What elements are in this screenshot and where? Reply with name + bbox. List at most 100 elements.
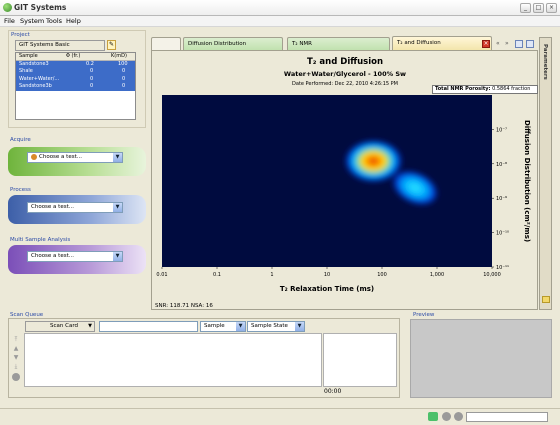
x-tick-label: 10	[324, 272, 330, 278]
move-bottom-icon[interactable]: ⤓	[12, 362, 20, 371]
heatmap-plot-area	[162, 95, 492, 267]
table-row[interactable]: Water+Water/... 0 0	[16, 75, 135, 83]
chevron-down-icon[interactable]: ▼	[236, 322, 245, 331]
column-header-phi[interactable]: Φ (fr.)	[66, 53, 80, 61]
edit-project-icon[interactable]: ✎	[107, 40, 116, 50]
project-section-title: Project	[11, 32, 30, 38]
cell-k: 0	[122, 75, 126, 82]
menu-tools[interactable]: Tools	[46, 17, 62, 25]
project-table: Sample Φ (fr.) K(mD) Sandstone3 0.2 100 …	[15, 52, 136, 120]
queue-timer: 00:00	[324, 388, 342, 395]
tab-t2-nmr[interactable]: T₂ NMR	[287, 37, 390, 51]
y-tick-label: 10⁻⁷	[496, 127, 507, 133]
chart-subtitle: Water+Water/Glycerol - 100% Sw	[284, 70, 406, 78]
tab-diffusion-distribution[interactable]: Diffusion Distribution	[183, 37, 283, 51]
tab-t2-and-diffusion[interactable]: T₂ and Diffusion	[392, 36, 492, 51]
x-tick-label: 0.1	[213, 272, 221, 278]
acquire-section-title: Acquire	[10, 137, 31, 143]
cell-k: 0	[122, 83, 126, 89]
x-tick-label: 100	[377, 272, 387, 278]
cell-sample: Sandstone3	[19, 60, 49, 67]
snr-readout: SNR: 118.71 NSA: 16	[155, 303, 213, 309]
status-bar	[0, 408, 560, 425]
table-header: Sample Φ (fr.) K(mD)	[16, 53, 135, 61]
scan-card-select[interactable]: Scan Card ▼	[25, 321, 95, 332]
tile-view-icon[interactable]	[515, 40, 523, 48]
status-ok-icon	[428, 412, 438, 421]
y-tick-label: 10⁻¹⁰	[496, 231, 509, 237]
scan-card-value: Scan Card	[50, 323, 78, 329]
stop-icon[interactable]	[12, 373, 20, 381]
chevron-down-icon[interactable]: ▼	[113, 252, 122, 261]
acquire-icon	[31, 153, 37, 160]
acquire-test-select[interactable]: Choose a test... ▼	[27, 152, 123, 163]
cell-phi: 0	[90, 68, 94, 74]
folder-icon[interactable]	[542, 296, 550, 303]
chevron-down-icon[interactable]: ▼	[88, 322, 92, 331]
table-row[interactable]: Sandstone3b 0 0	[16, 83, 135, 91]
x-axis-label: T₂ Relaxation Time (ms)	[280, 285, 374, 293]
chart-date: Date Performed: Dec 22, 2010 4:26:15 PM	[292, 81, 398, 87]
table-row[interactable]: Shale 0 0	[16, 68, 135, 76]
multi-test-select[interactable]: Choose a test... ▼	[27, 251, 123, 262]
close-button[interactable]: ×	[546, 3, 557, 13]
title-bar: GIT Systems _ □ ×	[0, 0, 560, 16]
chart-area: T₂ and Diffusion Water+Water/Glycerol - …	[151, 50, 538, 310]
cell-k: 100	[118, 60, 128, 67]
cell-k: 0	[122, 68, 126, 74]
queue-move-controls: ⤒ ▲ ▼ ⤓	[12, 335, 20, 378]
project-name-field[interactable]: GIT Systems Basic	[15, 40, 105, 51]
chevron-down-icon[interactable]: ▼	[295, 322, 304, 331]
tab-blank[interactable]	[151, 37, 181, 51]
multi-section-title: Multi Sample Analysis	[10, 237, 71, 243]
acquire-select-value: Choose a test...	[39, 154, 82, 160]
status-indicator-icon	[442, 412, 451, 421]
x-tick-label: 10,000	[483, 272, 501, 278]
minimize-button[interactable]: _	[520, 3, 531, 13]
move-down-icon[interactable]: ▼	[12, 353, 20, 362]
menu-help[interactable]: Help	[66, 17, 81, 25]
app-logo-icon	[3, 3, 12, 12]
cell-phi: 0	[90, 75, 94, 82]
move-up-icon[interactable]: ▲	[12, 344, 20, 353]
sample-select[interactable]: Sample ▼	[200, 321, 246, 332]
sample-state-select[interactable]: Sample State ▼	[247, 321, 305, 332]
scroll-right-icon[interactable]: »	[505, 40, 509, 47]
parameters-label: Parameters	[542, 44, 548, 80]
process-section-title: Process	[10, 187, 31, 193]
y-axis-ticks: 10⁻⁷ 10⁻⁸ 10⁻⁹ 10⁻¹⁰ 10⁻¹¹	[492, 127, 509, 271]
column-header-k[interactable]: K(mD)	[111, 53, 127, 61]
porosity-label: Total NMR Porosity:	[435, 86, 491, 92]
cell-sample: Shale	[19, 68, 33, 74]
cell-sample: Sandstone3b	[19, 83, 52, 89]
sample-select-value: Sample	[204, 323, 225, 329]
table-row[interactable]: Sandstone3 0.2 100	[16, 60, 135, 68]
x-axis-ticks: 0.01 0.1 1 10 100 1,000 10,000	[156, 267, 501, 278]
scan-text-field[interactable]	[99, 321, 198, 332]
queue-timer-box	[323, 333, 397, 387]
y-tick-label: 10⁻¹¹	[496, 265, 509, 271]
preview-title: Preview	[413, 312, 435, 318]
y-tick-label: 10⁻⁸	[496, 162, 507, 168]
close-tab-icon[interactable]: ×	[482, 40, 490, 48]
scroll-left-icon[interactable]: «	[496, 40, 500, 47]
column-header-sample[interactable]: Sample	[19, 53, 38, 61]
menu-file[interactable]: File	[4, 17, 15, 25]
menu-system[interactable]: System	[20, 17, 44, 25]
move-top-icon[interactable]: ⤒	[12, 335, 20, 344]
maximize-button[interactable]: □	[533, 3, 544, 13]
table-empty-area	[16, 90, 135, 119]
menu-bar: File System Tools Help	[0, 16, 560, 27]
window-title: GIT Systems	[14, 3, 67, 12]
process-test-select[interactable]: Choose a test... ▼	[27, 202, 123, 213]
cell-phi: 0	[90, 83, 94, 89]
x-tick-label: 1,000	[430, 272, 444, 278]
sample-state-value: Sample State	[251, 323, 288, 329]
parameters-strip[interactable]: Parameters	[539, 37, 552, 310]
queue-list[interactable]	[24, 333, 322, 387]
chart-title: T₂ and Diffusion	[307, 57, 383, 67]
chevron-down-icon[interactable]: ▼	[113, 153, 122, 162]
window-list-icon[interactable]	[526, 40, 534, 48]
chevron-down-icon[interactable]: ▼	[113, 203, 122, 212]
x-tick-label: 1	[270, 272, 273, 278]
